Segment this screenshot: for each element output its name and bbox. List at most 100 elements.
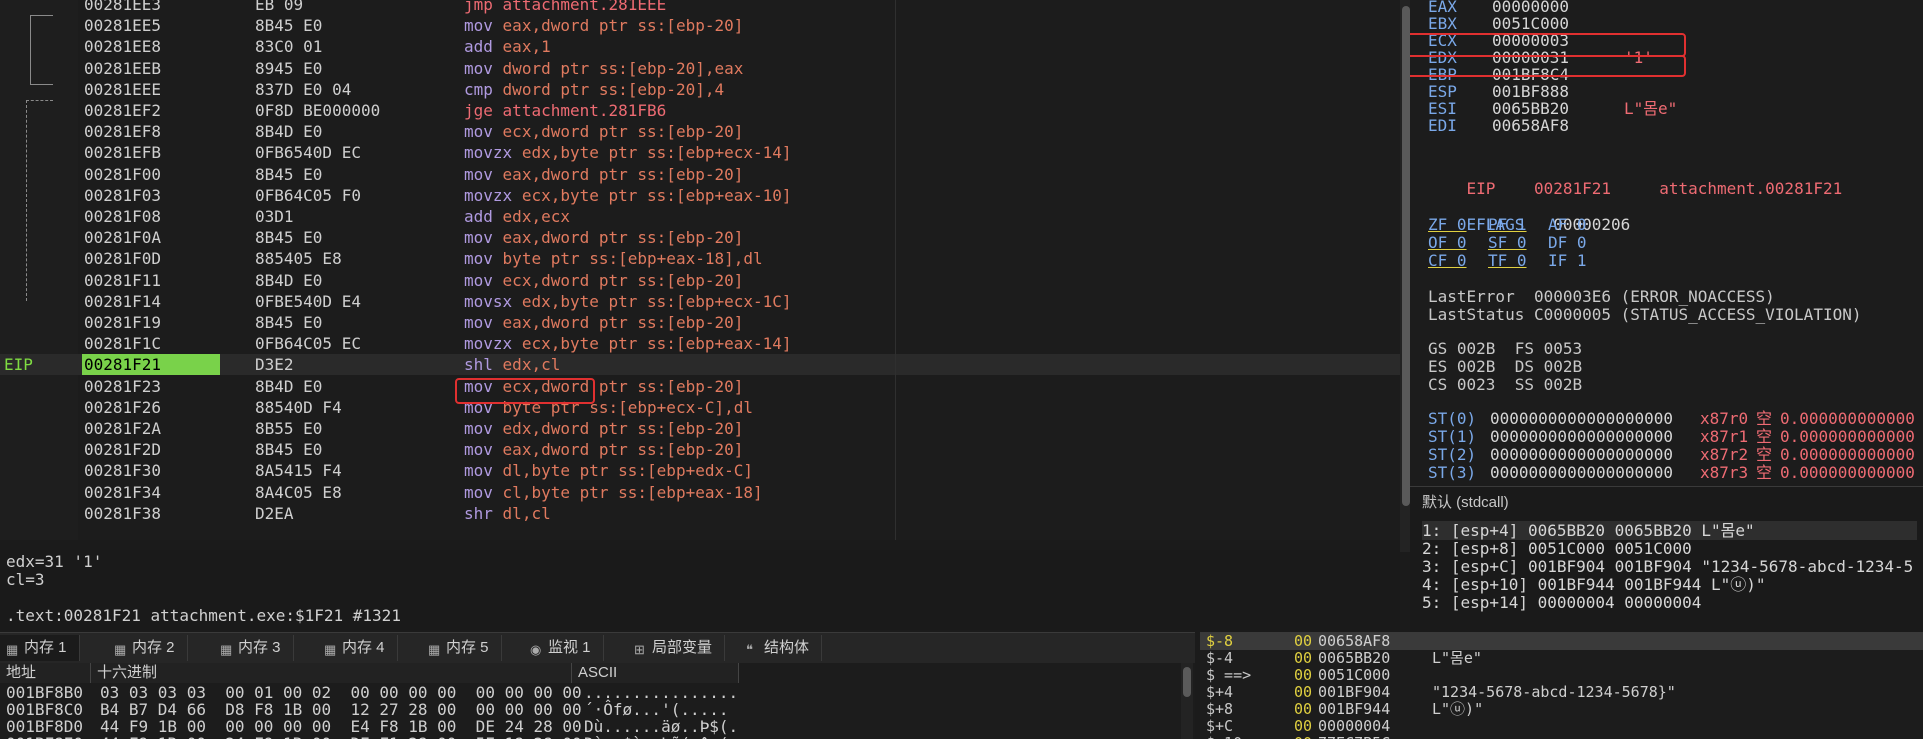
eip-register[interactable]: EIP 00281F21 attachment.00281F21 — [1428, 162, 1843, 198]
disasm-row[interactable]: 00281F11 8B4D E0 mov ecx,dword ptr ss:[ebp… — [0, 270, 1400, 291]
tab-memory-4[interactable]: ▦ 内存 4 — [318, 635, 398, 661]
instruction-text: mov edx,dword ptr ss:[ebp-20] — [464, 418, 743, 439]
tab-label: 内存 5 — [446, 639, 489, 656]
column-header-ascii[interactable]: ASCII — [572, 663, 739, 683]
locals-icon: ⊞ — [634, 642, 645, 657]
tab-memory-2[interactable]: ▦ 内存 2 — [108, 635, 188, 661]
disasm-row[interactable]: 00281EFB 0FB6540D EC movzx edx,byte ptr ss… — [0, 142, 1400, 163]
disasm-row[interactable]: 00281EE3 EB 09 jmp attachment.281EEE — [0, 0, 1400, 15]
stack-marker: 00 — [1294, 717, 1313, 735]
register-tag: x87r1 — [1700, 427, 1749, 446]
disasm-row[interactable]: 00281F03 0FB64C05 F0 movzx ecx,byte ptr ss… — [0, 185, 1400, 206]
flag[interactable]: OF 0 — [1428, 234, 1467, 252]
disasm-row[interactable]: 00281F14 0FBE540D E4 movsx edx,byte ptr ss… — [0, 291, 1400, 312]
disasm-row[interactable]: 00281F2A 8B55 E0 mov edx,dword ptr ss:[ebp… — [0, 418, 1400, 439]
disasm-row[interactable]: 00281F34 8A4C05 E8 mov cl,byte ptr ss:[ebp… — [0, 482, 1400, 503]
stack-row[interactable]: $+10 00 77EC7B5C — [1200, 734, 1923, 739]
flag[interactable]: PF 1 — [1488, 216, 1527, 234]
disasm-row[interactable]: 00281EEB 8945 E0 mov dword ptr ss:[ebp-20]… — [0, 58, 1400, 79]
instruction-operands: eax,dword ptr ss:[ebp-20] — [502, 164, 744, 184]
instruction-bytes: 8A4C05 E8 — [255, 482, 342, 502]
instruction-bytes: 8B4D E0 — [255, 122, 323, 142]
tab-locals[interactable]: ⊞ 局部变量 — [628, 635, 726, 661]
stack-view[interactable]: $-8 00 00658AF8 $-4 00 0065BB20 L"몸e" $ ==> 00 00… — [1200, 632, 1923, 739]
scroll-thumb[interactable] — [1183, 667, 1191, 697]
fpu-register[interactable]: ST(0) 0000000000000000000 x87r0 空 0.00000000… — [1428, 410, 1915, 428]
instruction-mnemonic: movzx — [464, 185, 513, 205]
flag[interactable]: ZF 0 — [1428, 216, 1467, 234]
instruction-mnemonic: mov — [464, 16, 493, 36]
tab-label: 监视 1 — [548, 639, 591, 656]
tab-watch[interactable]: ◉ 监视 1 — [524, 635, 604, 661]
stack-row[interactable]: $+8 00 001BF944 L"ⓤ)" — [1200, 700, 1923, 718]
flag[interactable]: TF 0 — [1488, 252, 1527, 270]
stack-row[interactable]: $-4 00 0065BB20 L"몸e" — [1200, 649, 1923, 667]
dump-row[interactable]: 001BF8E0 44 F9 1B 00 24 F9 1B 00 DE F1 28… — [6, 735, 1176, 739]
stack-row[interactable]: $ ==> 00 0051C000 — [1200, 666, 1923, 684]
tab-memory-3[interactable]: ▦ 内存 3 — [214, 635, 294, 661]
registers-panel[interactable]: EAX 00000000 EBX 0051C000 ECX 00000003 EDX 0000… — [1410, 0, 1923, 486]
disassembly-view[interactable]: 00281EE3 EB 09 jmp attachment.281EEE 00281E… — [0, 0, 1400, 540]
flag[interactable]: DF 0 — [1548, 234, 1587, 252]
disasm-row[interactable]: EIP 00281F21 D3E2 shl edx,cl — [0, 354, 1400, 376]
stack-row[interactable]: $+4 00 001BF904 "1234-5678-abcd-1234-5678}" — [1200, 683, 1923, 701]
instruction-address: 00281F0D — [84, 249, 162, 269]
dump-vertical-scrollbar[interactable] — [1181, 663, 1193, 739]
call-argument[interactable]: 2: [esp+8] 0051C000 0051C000 — [1422, 539, 1917, 558]
eflags-register[interactable]: EFLAGS 00000206 — [1428, 198, 1631, 234]
disasm-row[interactable]: 00281F0A 8B45 E0 mov eax,dword ptr ss:[ebp… — [0, 227, 1400, 248]
tab-memory-1[interactable]: ▦ 内存 1 — [0, 635, 80, 661]
tab-memory-5[interactable]: ▦ 内存 5 — [422, 635, 502, 661]
register-value: 00281F21 — [1533, 179, 1612, 198]
stack-row[interactable]: $+C 00 00000004 — [1200, 717, 1923, 735]
disasm-row[interactable]: 00281F19 8B45 E0 mov eax,dword ptr ss:[ebp… — [0, 312, 1400, 333]
stack-offset: $-4 — [1206, 649, 1234, 667]
stack-marker: 00 — [1294, 734, 1312, 739]
tab-label: 内存 3 — [238, 639, 281, 656]
register-edi[interactable]: EDI 00658AF8 — [1428, 117, 1569, 135]
memory-dump[interactable]: 地址 十六进制 ASCII 001BF8B0 03 03 03 03 00 01 … — [0, 663, 1195, 739]
disasm-row[interactable]: 00281F23 8B4D E0 mov ecx,dword ptr ss:[ebp… — [0, 376, 1400, 397]
disasm-row[interactable]: 00281F30 8A5415 F4 mov dl,byte ptr ss:[ebp… — [0, 460, 1400, 481]
call-arguments-panel[interactable]: 默认 (stdcall) 1: [esp+4] 0065BB20 0065BB2… — [1410, 486, 1923, 632]
fpu-register[interactable]: ST(2) 0000000000000000000 x87r2 空 0.00000000… — [1428, 446, 1915, 464]
disasm-row[interactable]: 00281F38 D2EA shr dl,cl — [0, 503, 1400, 524]
fpu-register[interactable]: ST(1) 0000000000000000000 x87r1 空 0.00000000… — [1428, 428, 1915, 446]
disasm-row[interactable]: 00281EF8 8B4D E0 mov ecx,dword ptr ss:[ebp… — [0, 121, 1400, 142]
instruction-bytes: 8A5415 F4 — [255, 461, 342, 481]
disasm-row[interactable]: 00281EE8 83C0 01 add eax,1 — [0, 36, 1400, 57]
fpu-register[interactable]: ST(3) 0000000000000000000 x87r3 空 0.00000000… — [1428, 464, 1915, 482]
call-argument[interactable]: 1: [esp+4] 0065BB20 0065BB20 L"몸e" — [1422, 521, 1917, 540]
stack-offset: $ ==> — [1206, 666, 1252, 684]
flag[interactable]: IF 1 — [1548, 252, 1587, 270]
instruction-mnemonic: mov — [464, 228, 493, 248]
memory-icon: ▦ — [220, 642, 233, 657]
scroll-thumb[interactable] — [1402, 6, 1410, 506]
instruction-mnemonic: add — [464, 37, 493, 57]
disasm-row[interactable]: 00281EE5 8B45 E0 mov eax,dword ptr ss:[ebp… — [0, 15, 1400, 36]
call-argument[interactable]: 3: [esp+C] 001BF904 001BF904 "1234-5678-… — [1422, 557, 1917, 576]
flag[interactable]: SF 0 — [1488, 234, 1527, 252]
disasm-row[interactable]: 00281F26 88540D F4 mov byte ptr ss:[ebp+ec… — [0, 397, 1400, 418]
disasm-row[interactable]: 00281F00 8B45 E0 mov eax,dword ptr ss:[ebp… — [0, 164, 1400, 185]
instruction-text: mov eax,dword ptr ss:[ebp-20] — [464, 439, 743, 460]
instruction-text: mov eax,dword ptr ss:[ebp-20] — [464, 312, 743, 333]
call-argument[interactable]: 4: [esp+10] 001BF944 001BF944 L"ⓤ)" — [1422, 575, 1917, 594]
instruction-address: 00281F19 — [84, 313, 162, 332]
disasm-row[interactable]: 00281F1C 0FB64C05 EC movzx ecx,byte ptr ss… — [0, 333, 1400, 354]
disasm-row[interactable]: 00281EEE 837D E0 04 cmp dword ptr ss:[ebp-… — [0, 79, 1400, 100]
column-header-hex[interactable]: 十六进制 — [91, 663, 572, 683]
flag[interactable]: AF 0 — [1548, 216, 1587, 234]
disasm-row[interactable]: 00281F2D 8B45 E0 mov eax,dword ptr ss:[ebp… — [0, 439, 1400, 460]
call-argument[interactable]: 5: [esp+14] 00000004 00000004 — [1422, 593, 1917, 612]
disasm-row[interactable]: 00281F0D 885405 E8 mov byte ptr ss:[ebp+ea… — [0, 248, 1400, 269]
instruction-bytes: 8B4D E0 — [255, 270, 323, 290]
calling-convention-label[interactable]: 默认 (stdcall) — [1422, 491, 1509, 512]
disasm-row[interactable]: 00281EF2 0F8D BE000000 jge attachment.281F… — [0, 100, 1400, 121]
stack-row[interactable]: $-8 00 00658AF8 — [1200, 632, 1923, 650]
flag[interactable]: CF 0 — [1428, 252, 1467, 270]
tab-label: 内存 2 — [132, 639, 175, 656]
column-header-address[interactable]: 地址 — [0, 663, 91, 683]
disasm-row[interactable]: 00281F08 03D1 add edx,ecx — [0, 206, 1400, 227]
tab-struct[interactable]: ❝ 结构体 — [740, 635, 823, 661]
